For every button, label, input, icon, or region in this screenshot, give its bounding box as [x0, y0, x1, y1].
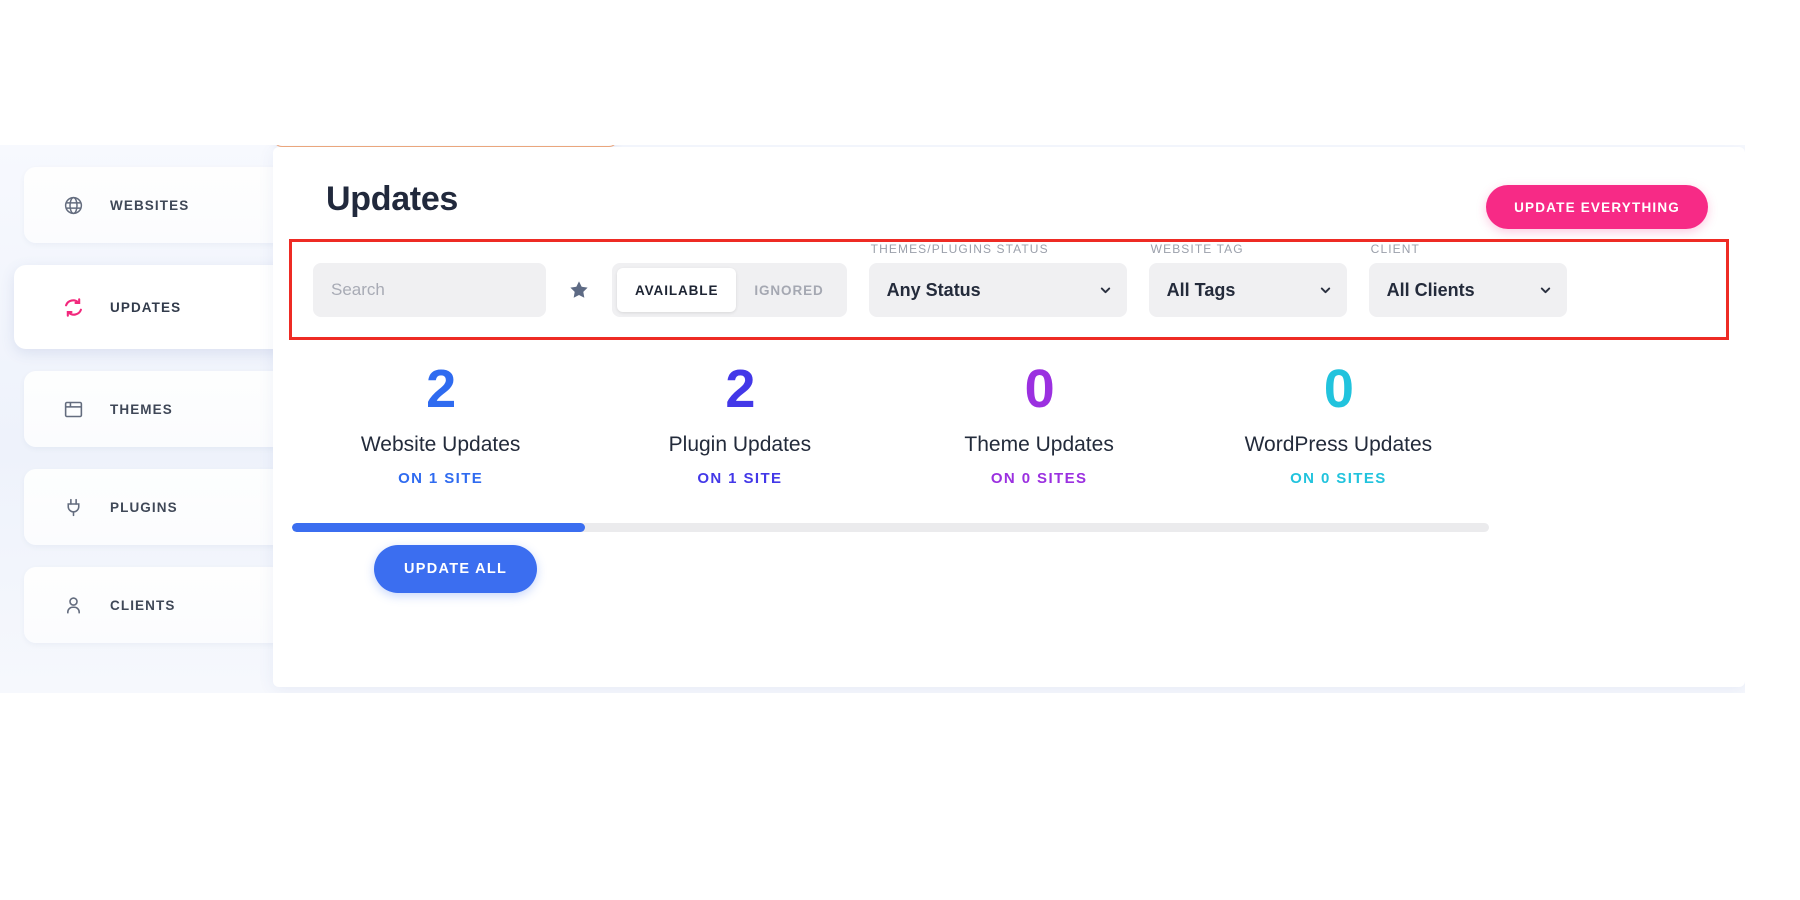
- select-value: All Clients: [1387, 280, 1475, 301]
- status-toggle-available[interactable]: AVAILABLE: [617, 268, 736, 312]
- filter-label: THEMES/PLUGINS STATUS: [869, 242, 1127, 256]
- sidebar-item-themes[interactable]: THEMES: [24, 371, 294, 447]
- user-icon: [62, 594, 84, 616]
- sidebar-item-label: PLUGINS: [110, 500, 178, 515]
- refresh-icon: [62, 296, 84, 318]
- stat-sublabel: ON 1 SITE: [590, 470, 889, 487]
- updates-card: Updates UPDATE EVERYTHING AVAILABLE IGNO…: [273, 147, 1745, 687]
- select-value: Any Status: [887, 280, 981, 301]
- sidebar-item-label: THEMES: [110, 402, 173, 417]
- stat-label: Theme Updates: [890, 433, 1189, 457]
- chevron-down-icon: [1318, 283, 1333, 298]
- app-canvas: WEBSITES UPDATES: [0, 145, 1745, 693]
- globe-icon: [62, 194, 84, 216]
- update-everything-button[interactable]: UPDATE EVERYTHING: [1486, 185, 1708, 229]
- page-viewport: WEBSITES UPDATES: [0, 0, 1800, 900]
- stat-value: 0: [890, 362, 1189, 416]
- card-header: Updates UPDATE EVERYTHING: [273, 147, 1745, 239]
- stat-sublabel: ON 0 SITES: [890, 470, 1189, 487]
- filter-label: CLIENT: [1369, 242, 1567, 256]
- update-progress-fill: [292, 523, 585, 532]
- stat-label: WordPress Updates: [1189, 433, 1488, 457]
- page-title: Updates: [326, 180, 458, 219]
- stat-value: 2: [291, 362, 590, 416]
- stat-label: Plugin Updates: [590, 433, 889, 457]
- window-icon: [62, 398, 84, 420]
- filter-bar-highlight: AVAILABLE IGNORED THEMES/PLUGINS STATUS …: [289, 239, 1729, 340]
- sidebar-item-updates[interactable]: UPDATES: [14, 265, 304, 349]
- client-filter: CLIENT All Clients: [1369, 242, 1567, 317]
- themes-plugins-status-filter: THEMES/PLUGINS STATUS Any Status: [869, 242, 1127, 317]
- sidebar-item-plugins[interactable]: PLUGINS: [24, 469, 294, 545]
- stat-value: 0: [1189, 362, 1488, 416]
- client-select[interactable]: All Clients: [1369, 263, 1567, 317]
- website-tag-select[interactable]: All Tags: [1149, 263, 1347, 317]
- filter-label: WEBSITE TAG: [1149, 242, 1347, 256]
- sidebar-item-label: WEBSITES: [110, 198, 189, 213]
- stats-row: 2 Website Updates ON 1 SITE 2 Plugin Upd…: [291, 362, 1488, 487]
- sidebar-item-websites[interactable]: WEBSITES: [24, 167, 294, 243]
- stat-theme-updates: 0 Theme Updates ON 0 SITES: [890, 362, 1189, 487]
- select-value: All Tags: [1167, 280, 1236, 301]
- main-content: Updates UPDATE EVERYTHING AVAILABLE IGNO…: [318, 145, 1745, 693]
- sidebar-item-label: UPDATES: [110, 300, 181, 315]
- stat-sublabel: ON 0 SITES: [1189, 470, 1488, 487]
- sidebar-item-clients[interactable]: CLIENTS: [24, 567, 294, 643]
- website-tag-filter: WEBSITE TAG All Tags: [1149, 242, 1347, 317]
- update-all-button[interactable]: UPDATE ALL: [374, 545, 537, 593]
- stat-sublabel: ON 1 SITE: [291, 470, 590, 487]
- star-icon[interactable]: [566, 263, 592, 317]
- stat-website-updates: 2 Website Updates ON 1 SITE: [291, 362, 590, 487]
- stat-wordpress-updates: 0 WordPress Updates ON 0 SITES: [1189, 362, 1488, 487]
- chevron-down-icon: [1538, 283, 1553, 298]
- themes-plugins-status-select[interactable]: Any Status: [869, 263, 1127, 317]
- stat-plugin-updates: 2 Plugin Updates ON 1 SITE: [590, 362, 889, 487]
- status-toggle-group: AVAILABLE IGNORED: [612, 263, 847, 317]
- search-input[interactable]: [313, 263, 546, 317]
- stat-value: 2: [590, 362, 889, 416]
- chevron-down-icon: [1098, 283, 1113, 298]
- status-toggle-ignored[interactable]: IGNORED: [736, 268, 841, 312]
- sidebar-item-label: CLIENTS: [110, 598, 175, 613]
- sidebar: WEBSITES UPDATES: [0, 145, 318, 693]
- stat-label: Website Updates: [291, 433, 590, 457]
- plug-icon: [62, 496, 84, 518]
- update-progress-bar: [292, 523, 1489, 532]
